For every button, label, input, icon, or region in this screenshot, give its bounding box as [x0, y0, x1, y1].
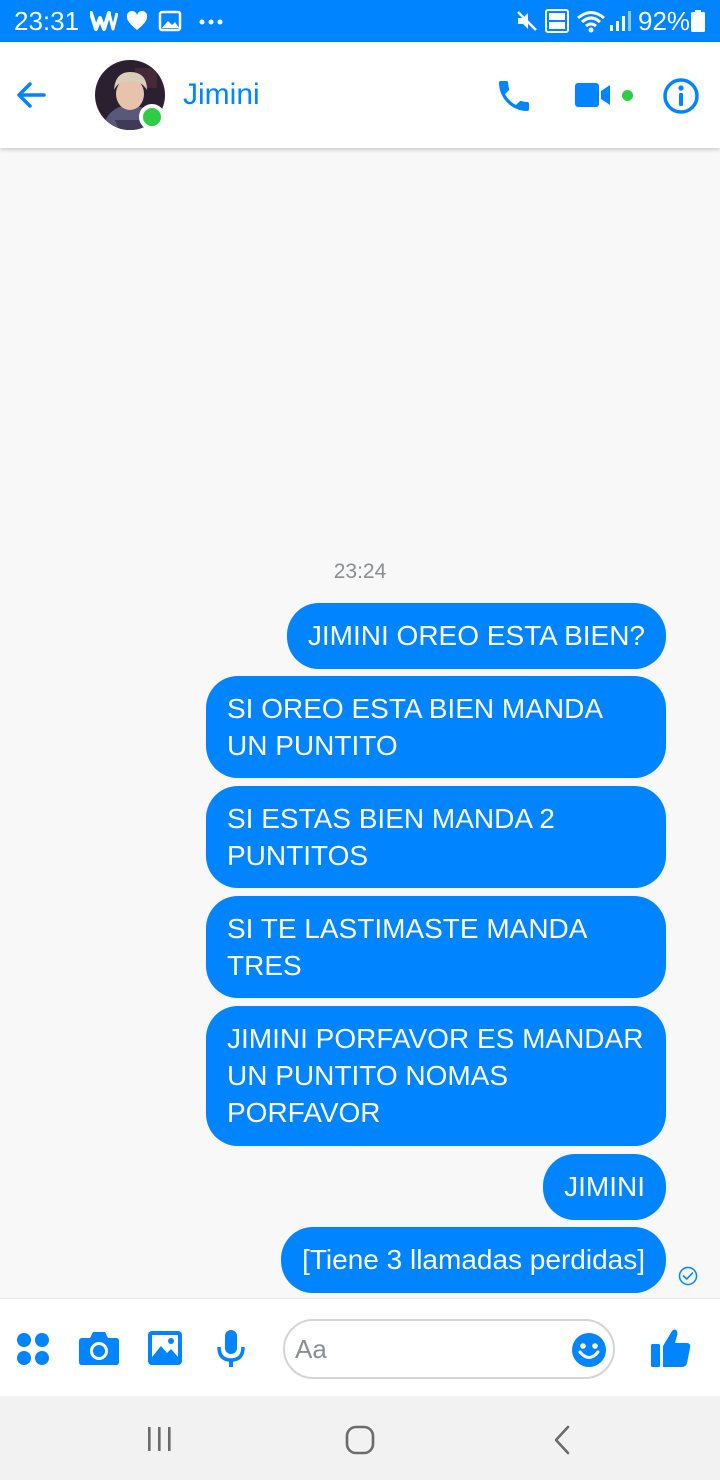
message-input-field[interactable]	[283, 1319, 615, 1379]
w-app-icon	[90, 11, 118, 31]
message-bubble[interactable]: JIMINI	[543, 1154, 666, 1220]
heart-icon	[126, 10, 148, 30]
volte-icon	[545, 9, 569, 33]
video-icon[interactable]	[574, 80, 612, 110]
emoji-icon[interactable]	[571, 1332, 607, 1368]
more-dots-icon	[199, 19, 223, 25]
message-composer	[0, 1298, 720, 1396]
message-bubble[interactable]: SI ESTAS BIEN MANDA 2 PUNTITOS	[206, 786, 666, 888]
message-bubble[interactable]: JIMINI OREO ESTA BIEN?	[286, 603, 666, 669]
status-time: 23:31	[14, 6, 80, 36]
message-bubble[interactable]: SI OREO ESTA BIEN MANDA UN PUNTITO	[206, 676, 666, 778]
gallery-icon[interactable]	[147, 1330, 183, 1366]
seen-check-icon	[678, 1266, 698, 1286]
battery-icon	[691, 10, 705, 32]
camera-icon[interactable]	[78, 1330, 120, 1366]
conversation-header: Jimini	[0, 42, 720, 148]
contact-name[interactable]: Jimini	[183, 77, 260, 113]
message-input[interactable]	[295, 1329, 565, 1369]
message-bubble[interactable]: JIMINI PORFAVOR ES MANDAR UN PUNTITO NOM…	[206, 1006, 666, 1146]
mute-icon	[517, 11, 537, 31]
apps-grid-icon[interactable]	[15, 1331, 51, 1367]
image-icon	[158, 10, 182, 32]
system-navigation-bar	[0, 1396, 720, 1480]
thumbs-up-icon[interactable]	[650, 1327, 692, 1369]
signal-icon	[610, 11, 631, 31]
phone-icon[interactable]	[494, 76, 534, 116]
online-status-dot	[139, 104, 165, 130]
microphone-icon[interactable]	[216, 1329, 246, 1369]
video-online-dot	[622, 90, 633, 101]
battery-percent: 92%	[638, 6, 691, 36]
recent-apps-icon[interactable]	[144, 1426, 176, 1452]
home-icon[interactable]	[344, 1424, 376, 1456]
message-bubble[interactable]: SI TE LASTIMASTE MANDA TRES	[206, 896, 666, 998]
message-bubble[interactable]: [Tiene 3 llamadas perdidas]	[281, 1227, 666, 1293]
wifi-icon	[577, 11, 605, 33]
back-arrow-icon[interactable]	[12, 75, 52, 115]
info-icon[interactable]	[662, 77, 700, 115]
message-timestamp: 23:24	[333, 560, 387, 583]
back-icon[interactable]	[550, 1424, 574, 1456]
status-bar: 23:31 92%	[0, 0, 720, 42]
